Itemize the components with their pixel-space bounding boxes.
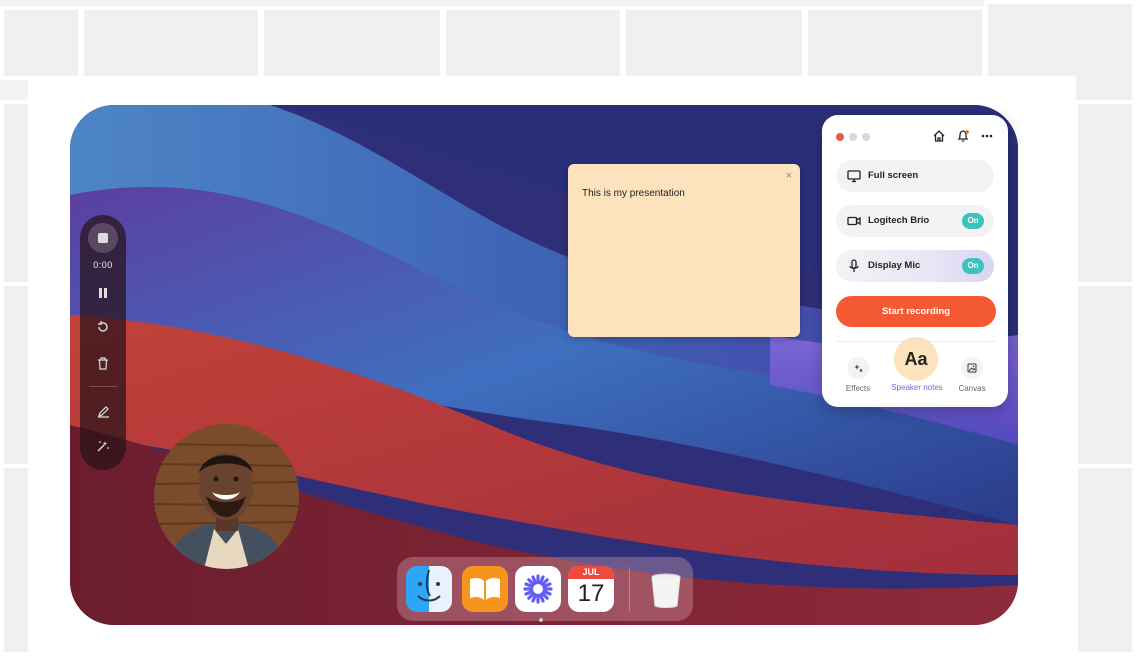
dock-divider [629, 567, 630, 611]
calendar-day: 17 [577, 580, 605, 607]
camera-bubble[interactable] [154, 424, 299, 569]
effects-label: Effects [845, 384, 871, 393]
recording-toolbar: 0:00 [80, 215, 126, 470]
bg-tile [622, 6, 806, 80]
window-minimize-dot[interactable] [849, 133, 857, 141]
effects-button[interactable] [93, 436, 113, 456]
dock: JUL 17 [397, 557, 693, 621]
bg-tile [442, 6, 624, 80]
webcam-person-image [154, 424, 299, 569]
notifications-button[interactable] [954, 127, 972, 145]
restart-button[interactable] [93, 317, 113, 337]
restart-icon [98, 321, 108, 332]
delete-button[interactable] [93, 353, 113, 373]
close-icon[interactable]: × [786, 170, 792, 182]
bg-tile [804, 6, 986, 80]
mic-label: Display Mic [868, 260, 921, 271]
calendar-icon[interactable]: JUL 17 [568, 566, 614, 612]
monitor-icon [847, 170, 861, 183]
stop-icon [98, 233, 108, 243]
speaker-notes-tool[interactable]: Aa [894, 337, 938, 381]
draw-button[interactable] [93, 401, 113, 421]
speaker-notes-label: Speaker notes [891, 383, 943, 392]
start-recording-button[interactable]: Start recording [836, 296, 996, 327]
sparkle-icon [847, 357, 869, 379]
speaker-notes-window[interactable]: × This is my presentation [568, 164, 800, 337]
recording-control-panel: Full screen Logitech Brio On Display Mic… [822, 115, 1008, 407]
stop-button[interactable] [88, 223, 118, 253]
mic-toggle[interactable]: On [962, 258, 984, 274]
camera-toggle[interactable]: On [962, 213, 984, 229]
pause-button[interactable] [93, 283, 113, 303]
canvas-label: Canvas [958, 384, 986, 393]
camera-label: Logitech Brio [868, 215, 930, 226]
bell-icon [957, 130, 969, 142]
app-icon[interactable] [515, 566, 561, 612]
window-close-dot[interactable] [836, 133, 844, 141]
bg-tile [1074, 464, 1136, 656]
effects-tool[interactable]: Effects [842, 357, 874, 393]
window-zoom-dot[interactable] [862, 133, 870, 141]
recording-timer: 0:00 [93, 260, 113, 270]
pencil-icon [97, 405, 109, 418]
magic-wand-icon [97, 441, 109, 452]
mic-option[interactable]: Display Mic On [836, 250, 994, 282]
trash-icon[interactable] [643, 566, 689, 612]
calendar-month: JUL [568, 566, 614, 579]
bg-tile [1074, 100, 1136, 286]
canvas-tool[interactable]: Canvas [956, 357, 988, 393]
bg-tile [260, 6, 444, 80]
bg-tile [0, 6, 82, 80]
mic-icon [849, 259, 859, 272]
books-icon[interactable] [462, 566, 508, 612]
trash-icon [98, 356, 108, 370]
bg-tile [80, 6, 262, 80]
home-icon [933, 130, 945, 142]
home-button[interactable] [930, 127, 948, 145]
full-screen-label: Full screen [868, 170, 919, 181]
more-options-button[interactable] [978, 127, 996, 145]
full-screen-option[interactable]: Full screen [836, 160, 994, 192]
finder-icon[interactable] [406, 566, 452, 612]
bg-tile [1074, 282, 1136, 468]
more-icon [981, 134, 993, 138]
notes-text[interactable]: This is my presentation [582, 188, 685, 199]
toolbar-divider [89, 386, 117, 387]
running-indicator [539, 618, 543, 622]
pause-icon [99, 288, 107, 298]
camera-icon [847, 216, 861, 226]
camera-option[interactable]: Logitech Brio On [836, 205, 994, 237]
image-icon [961, 357, 983, 379]
